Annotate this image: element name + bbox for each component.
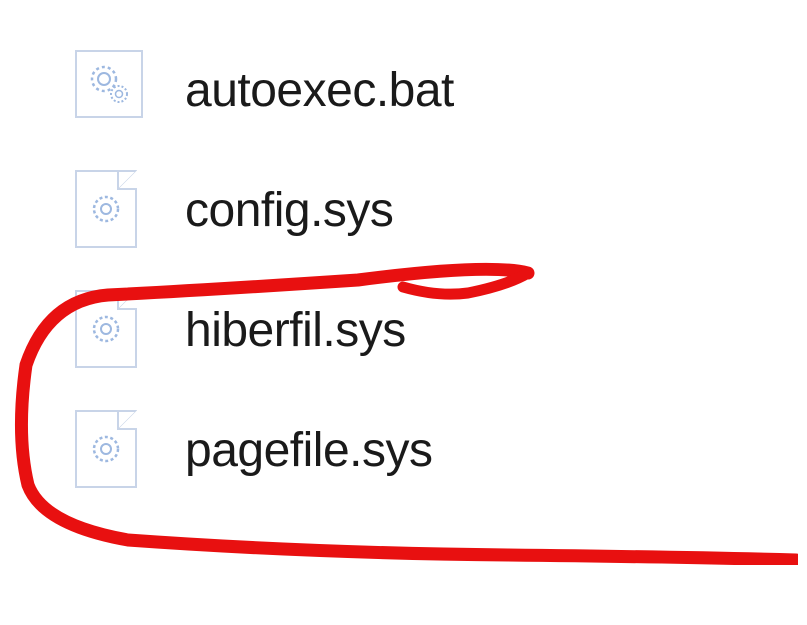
file-item[interactable]: autoexec.bat [75, 30, 807, 150]
file-item[interactable]: hiberfil.sys [75, 270, 807, 390]
settings-gear-icon [75, 50, 145, 130]
file-name-label: config.sys [185, 183, 393, 238]
system-file-icon [75, 290, 145, 370]
file-item[interactable]: config.sys [75, 150, 807, 270]
file-name-label: autoexec.bat [185, 63, 454, 118]
file-name-label: hiberfil.sys [185, 303, 406, 358]
file-name-label: pagefile.sys [185, 423, 432, 478]
system-file-icon [75, 170, 145, 250]
file-list: autoexec.bat config.sys hiberfil.sys [0, 0, 807, 510]
file-item[interactable]: pagefile.sys [75, 390, 807, 510]
system-file-icon [75, 410, 145, 490]
